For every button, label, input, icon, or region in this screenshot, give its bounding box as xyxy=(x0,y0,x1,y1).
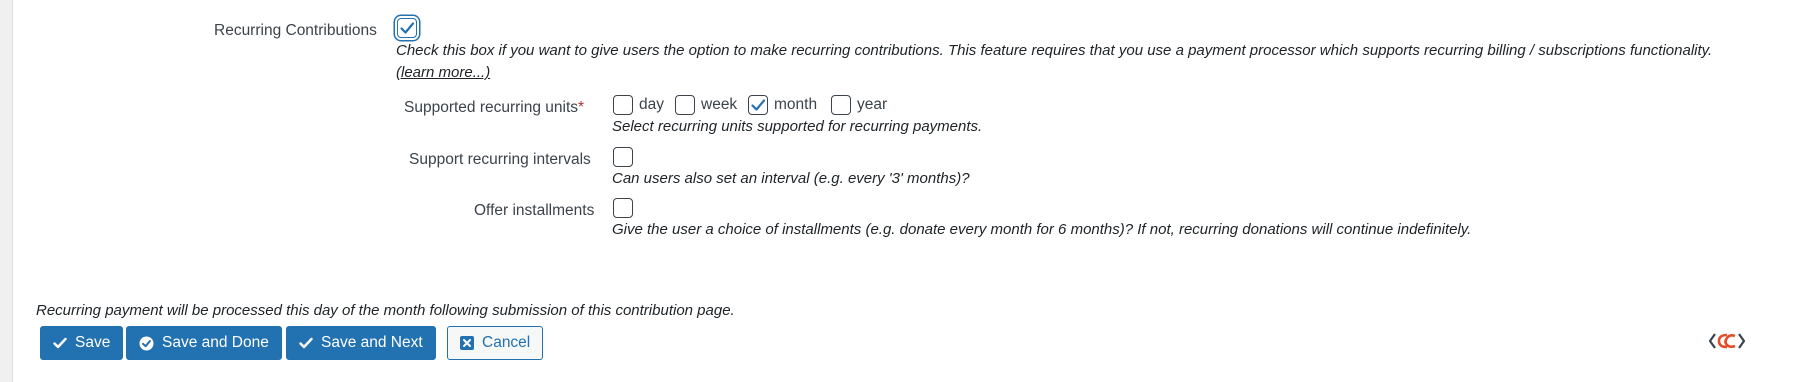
recurring-contributions-help: Check this box if you want to give users… xyxy=(396,42,1713,59)
supported-units-label: Supported recurring units* xyxy=(404,99,585,116)
recurring-contributions-checkbox[interactable] xyxy=(397,18,417,38)
save-and-next-button[interactable]: Save and Next xyxy=(286,326,436,360)
check-icon xyxy=(53,337,67,349)
recurring-processing-note: Recurring payment will be processed this… xyxy=(36,302,735,319)
save-and-done-button[interactable]: Save and Done xyxy=(126,326,282,360)
checkmark-icon xyxy=(400,22,415,34)
installments-help: Give the user a choice of installments (… xyxy=(612,221,1472,238)
recurring-intervals-help: Can users also set an interval (e.g. eve… xyxy=(612,170,970,187)
unit-year-checkbox[interactable] xyxy=(831,95,851,115)
check-circle-icon xyxy=(139,336,154,350)
learn-more-link[interactable]: (learn more...) xyxy=(396,64,490,81)
recurring-intervals-checkbox[interactable] xyxy=(613,147,633,167)
unit-day-label: day xyxy=(639,96,664,113)
unit-month-label: month xyxy=(774,96,818,113)
recurring-intervals-label: Support recurring intervals xyxy=(409,151,591,168)
check-icon xyxy=(299,337,313,349)
unit-month-checkbox[interactable] xyxy=(748,95,768,115)
admin-sidebar-edge xyxy=(0,0,13,382)
save-and-done-label: Save and Done xyxy=(162,334,269,351)
unit-week-checkbox[interactable] xyxy=(675,95,695,115)
save-button-label: Save xyxy=(75,334,111,351)
cancel-button[interactable]: Cancel xyxy=(447,326,544,360)
installments-label: Offer installments xyxy=(474,202,595,219)
civicrm-logo xyxy=(1708,333,1746,349)
unit-year-label: year xyxy=(857,96,888,113)
recurring-contributions-label: Recurring Contributions xyxy=(214,22,377,39)
checkmark-icon xyxy=(751,99,766,111)
supported-units-help: Select recurring units supported for rec… xyxy=(612,118,983,135)
close-icon xyxy=(460,336,474,350)
installments-checkbox[interactable] xyxy=(613,198,633,218)
save-and-next-label: Save and Next xyxy=(321,334,423,351)
cancel-button-label: Cancel xyxy=(482,334,531,351)
save-button[interactable]: Save xyxy=(40,326,124,360)
unit-week-label: week xyxy=(701,96,738,113)
unit-day-checkbox[interactable] xyxy=(613,95,633,115)
required-mark: * xyxy=(578,99,585,116)
